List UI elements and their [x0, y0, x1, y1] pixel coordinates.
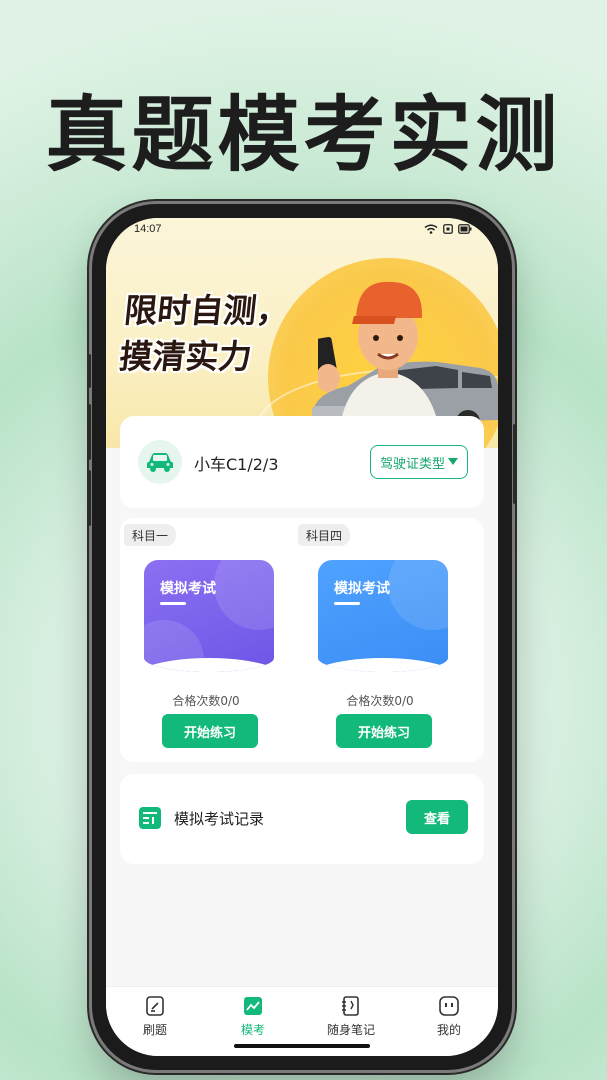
promo-headline: 真题模考实测: [45, 88, 562, 183]
notebook-icon: [342, 996, 359, 1016]
tab-label: 模考: [240, 1023, 265, 1037]
subject-one-panel: 科目一 模拟考试 合格次数0/0 开始练习: [120, 518, 292, 762]
status-time: 14:07: [134, 223, 162, 235]
subject-tag: 科目一: [124, 524, 177, 546]
exam-record-card: 模拟考试记录 查看: [120, 774, 484, 864]
pass-count: 合格次数0/0: [172, 694, 240, 708]
start-practice-button-subject-four[interactable]: 开始练习: [336, 714, 432, 748]
start-practice-button-subject-one[interactable]: 开始练习: [162, 714, 258, 748]
phone-frame: 14:07 限时自测， 摸清实力 小车C1/2/3 驾驶证类型 科目一 模拟考试…: [87, 204, 517, 1070]
battery-icon: [458, 224, 472, 234]
tab-label: 刷题: [142, 1023, 167, 1037]
sim-icon: [443, 224, 453, 234]
mock-exam-tile-subject-one[interactable]: 模拟考试: [144, 560, 274, 672]
exam-record-label: 模拟考试记录: [174, 810, 265, 828]
subject-four-panel: 科目四 模拟考试 合格次数0/0 开始练习: [294, 518, 466, 762]
edit-icon: [146, 996, 164, 1016]
wifi-icon: [424, 224, 438, 234]
exam-tile-title: 模拟考试: [160, 581, 216, 597]
tab-profile[interactable]: 我的: [400, 987, 498, 1056]
app-screen: 14:07 限时自测， 摸清实力 小车C1/2/3 驾驶证类型 科目一 模拟考试…: [106, 218, 498, 1056]
record-list-icon: [139, 807, 161, 829]
chart-icon: [244, 997, 262, 1015]
tab-label: 随身笔记: [326, 1023, 375, 1037]
license-type-label: 小车C1/2/3: [194, 455, 279, 474]
mock-exam-tile-subject-four[interactable]: 模拟考试: [318, 560, 448, 672]
license-selector-label: 驾驶证类型: [379, 456, 445, 472]
status-bar: 14:07: [106, 218, 498, 242]
caret-down-icon: [448, 458, 458, 465]
exam-tile-title: 模拟考试: [334, 581, 390, 597]
car-icon: [138, 440, 182, 484]
slogan-line-1: 限时自测，: [122, 291, 292, 330]
slogan-line-2: 摸清实力: [117, 337, 254, 376]
banner-slogan: 限时自测， 摸清实力: [117, 288, 317, 380]
subjects-card: 科目一 模拟考试 合格次数0/0 开始练习 科目四 模拟考试 合格次数0/0 开…: [120, 518, 484, 762]
promo-banner[interactable]: 限时自测， 摸清实力: [106, 218, 498, 448]
license-type-selector[interactable]: 驾驶证类型: [370, 445, 468, 479]
subject-tag: 科目四: [298, 524, 351, 546]
tab-label: 我的: [436, 1023, 461, 1037]
license-card: 小车C1/2/3 驾驶证类型: [120, 416, 484, 508]
home-indicator[interactable]: [234, 1044, 370, 1048]
tab-practice[interactable]: 刷题: [106, 987, 204, 1056]
profile-icon: [439, 996, 459, 1016]
pass-count: 合格次数0/0: [346, 694, 414, 708]
view-record-button[interactable]: 查看: [406, 800, 468, 834]
